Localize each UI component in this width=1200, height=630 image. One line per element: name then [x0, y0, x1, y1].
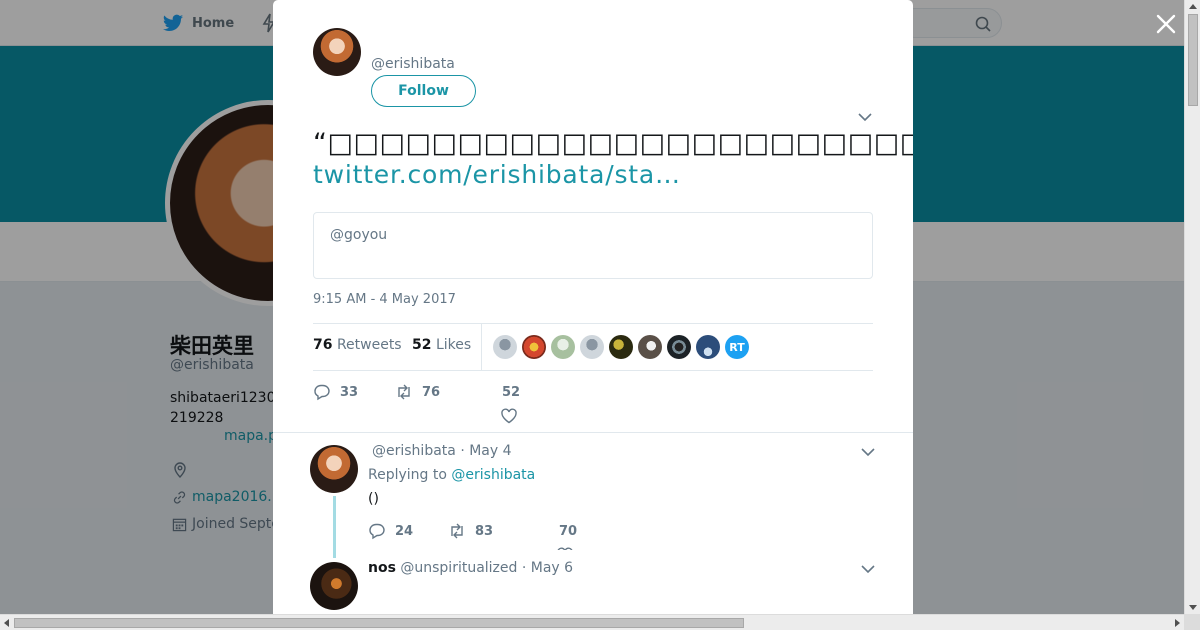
- reply-author-handle[interactable]: @unspiritualized: [400, 560, 517, 576]
- reply-author-handle[interactable]: @erishibata: [372, 443, 456, 459]
- retweet-count: 76: [422, 384, 441, 400]
- tweet-modal: @erishibata Follow “□□□□□□□□□□□□□□□□□□□□…: [273, 0, 913, 614]
- close-icon: [1156, 14, 1176, 34]
- reply-reply-count: 24: [395, 523, 414, 539]
- liker-avatar[interactable]: [580, 335, 604, 359]
- retweet-button[interactable]: 76: [395, 383, 440, 401]
- retweets-label: Retweets: [336, 337, 402, 353]
- reply-separator: ·: [460, 443, 465, 459]
- likes-count: 52: [412, 337, 432, 353]
- scroll-left-arrow-icon[interactable]: [4, 619, 9, 627]
- close-button[interactable]: [1154, 12, 1178, 36]
- likes-stat[interactable]: 52 Likes: [412, 337, 471, 353]
- reply-separator: ·: [521, 560, 527, 576]
- replying-to: Replying to @erishibata: [368, 467, 535, 483]
- reply-header: @erishibata · May 4: [372, 443, 512, 459]
- retweeted-by-badge[interactable]: RT: [725, 335, 749, 359]
- reply-date[interactable]: May 4: [469, 443, 511, 459]
- reply-retweet-button[interactable]: 83: [448, 522, 493, 540]
- reply-reply-button[interactable]: 24: [368, 522, 413, 540]
- scroll-up-arrow-icon[interactable]: [1189, 4, 1197, 9]
- tweet-menu-chevron-icon[interactable]: [857, 110, 873, 124]
- liker-avatar[interactable]: [696, 335, 720, 359]
- liker-avatar[interactable]: [638, 335, 662, 359]
- tweet-author-handle[interactable]: @erishibata: [371, 56, 455, 72]
- liker-avatar[interactable]: [667, 335, 691, 359]
- retweets-count: 76: [313, 337, 333, 353]
- reply-text: (): [368, 491, 379, 507]
- reply-menu-chevron-icon[interactable]: [861, 563, 875, 575]
- liker-avatar[interactable]: [609, 335, 633, 359]
- reply-retweet-count: 83: [475, 523, 494, 539]
- replying-to-link[interactable]: @erishibata: [451, 467, 535, 483]
- scrollbar-corner: [1184, 614, 1200, 630]
- horizontal-scrollbar[interactable]: [0, 614, 1184, 630]
- reply-actions: 24 83 70: [368, 522, 848, 550]
- scroll-right-arrow-icon[interactable]: [1175, 619, 1180, 627]
- retweet-icon: [451, 523, 463, 539]
- tweet-author-avatar[interactable]: [313, 28, 361, 76]
- reply-like-count-wrap: 70: [559, 524, 577, 539]
- likes-label: Likes: [435, 337, 472, 353]
- tweet-text: “□□□□□□□□□□□□□□□□□□□□□□□□□□”□□□□□□□□□□□□…: [313, 128, 913, 159]
- quote-tweet-card[interactable]: @goyou: [313, 212, 873, 279]
- reply-menu-chevron-icon[interactable]: [861, 446, 875, 458]
- thread-line: [333, 496, 336, 558]
- reply-icon: [314, 384, 330, 401]
- reply-button[interactable]: 33: [313, 383, 358, 401]
- tweet-timestamp[interactable]: 9:15 AM - 4 May 2017: [313, 292, 456, 307]
- reply-author-name[interactable]: nos: [368, 560, 396, 576]
- reply-icon: [369, 523, 385, 540]
- retweet-icon: [398, 384, 410, 400]
- like-count: 52: [502, 385, 521, 400]
- heart-icon[interactable]: [500, 407, 518, 425]
- vertical-scrollbar[interactable]: [1184, 0, 1200, 614]
- reply-header: nos @unspiritualized · May 6: [368, 560, 573, 576]
- liker-avatar[interactable]: [551, 335, 575, 359]
- heart-icon[interactable]: [556, 546, 574, 550]
- tweet-link[interactable]: twitter.com/erishibata/sta…: [313, 160, 681, 189]
- replies-divider: [273, 432, 913, 433]
- tweet-stats: 76 Retweets 52 Likes RT: [313, 323, 873, 371]
- follow-button[interactable]: Follow: [371, 75, 476, 107]
- reply-date[interactable]: May 6: [531, 560, 573, 576]
- reply-avatar[interactable]: [310, 562, 358, 610]
- liker-avatar[interactable]: [493, 335, 517, 359]
- quote-tweet-text: @goyou: [330, 227, 388, 243]
- scroll-down-arrow-icon[interactable]: [1189, 605, 1197, 610]
- liker-avatars: RT: [493, 335, 749, 359]
- retweets-stat[interactable]: 76 Retweets: [313, 337, 402, 353]
- stats-divider: [481, 324, 482, 370]
- tweet-actions: 33 76 52: [313, 380, 873, 430]
- liker-avatar[interactable]: [522, 335, 546, 359]
- reply-avatar[interactable]: [310, 445, 358, 493]
- reply-count: 33: [340, 384, 359, 400]
- like-count-wrap: 52: [502, 385, 520, 400]
- vertical-scroll-thumb[interactable]: [1188, 14, 1198, 106]
- reply-like-count: 70: [559, 524, 578, 539]
- horizontal-scroll-thumb[interactable]: [14, 618, 744, 628]
- replying-to-prefix: Replying to: [368, 467, 447, 483]
